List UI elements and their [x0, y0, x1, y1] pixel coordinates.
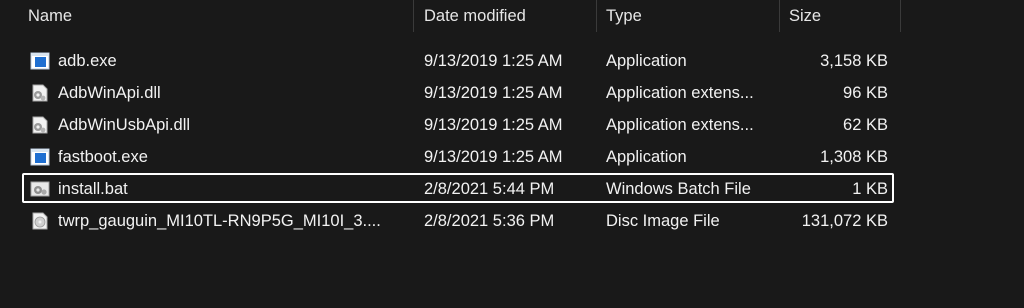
file-size: 3,158 KB — [820, 51, 888, 70]
file-name: fastboot.exe — [58, 147, 148, 166]
file-row[interactable]: adb.exe 9/13/2019 1:25 AM Application 3,… — [0, 45, 1024, 77]
file-size: 131,072 KB — [801, 211, 888, 230]
file-date: 9/13/2019 1:25 AM — [424, 115, 563, 134]
file-type: Application extens... — [606, 115, 754, 134]
column-header-date-modified[interactable]: Date modified — [424, 0, 526, 32]
file-row[interactable]: AdbWinUsbApi.dll 9/13/2019 1:25 AM Appli… — [0, 109, 1024, 141]
file-type: Application — [606, 147, 687, 166]
file-name: adb.exe — [58, 51, 117, 70]
file-size: 1,308 KB — [820, 147, 888, 166]
column-divider[interactable] — [596, 0, 597, 32]
file-name: AdbWinApi.dll — [58, 83, 161, 102]
file-name: AdbWinUsbApi.dll — [58, 115, 191, 134]
file-name: twrp_gauguin_MI10TL-RN9P5G_MI10I_3.... — [58, 211, 381, 230]
file-size: 62 KB — [843, 115, 888, 134]
column-header-bar: Name Date modified Type Size — [0, 0, 1024, 32]
file-type: Application — [606, 51, 687, 70]
file-row[interactable]: fastboot.exe 9/13/2019 1:25 AM Applicati… — [0, 141, 1024, 173]
application-icon — [30, 52, 50, 70]
column-divider[interactable] — [900, 0, 901, 32]
application-icon — [30, 148, 50, 166]
column-header-type[interactable]: Type — [606, 0, 642, 32]
disc-image-icon — [32, 212, 48, 230]
file-type: Disc Image File — [606, 211, 720, 230]
file-date: 2/8/2021 5:36 PM — [424, 211, 555, 230]
file-date: 9/13/2019 1:25 AM — [424, 83, 563, 102]
dll-gear-icon — [32, 84, 48, 102]
file-date: 9/13/2019 1:25 AM — [424, 147, 563, 166]
highlight-box — [22, 173, 894, 203]
column-divider[interactable] — [779, 0, 780, 32]
column-header-name[interactable]: Name — [28, 0, 72, 32]
file-type: Application extens... — [606, 83, 754, 102]
dll-gear-icon — [32, 116, 48, 134]
file-row[interactable]: AdbWinApi.dll 9/13/2019 1:25 AM Applicat… — [0, 77, 1024, 109]
column-header-size[interactable]: Size — [789, 0, 821, 32]
file-row[interactable]: twrp_gauguin_MI10TL-RN9P5G_MI10I_3.... 2… — [0, 205, 1024, 237]
column-divider[interactable] — [413, 0, 414, 32]
file-date: 9/13/2019 1:25 AM — [424, 51, 563, 70]
file-size: 96 KB — [843, 83, 888, 102]
